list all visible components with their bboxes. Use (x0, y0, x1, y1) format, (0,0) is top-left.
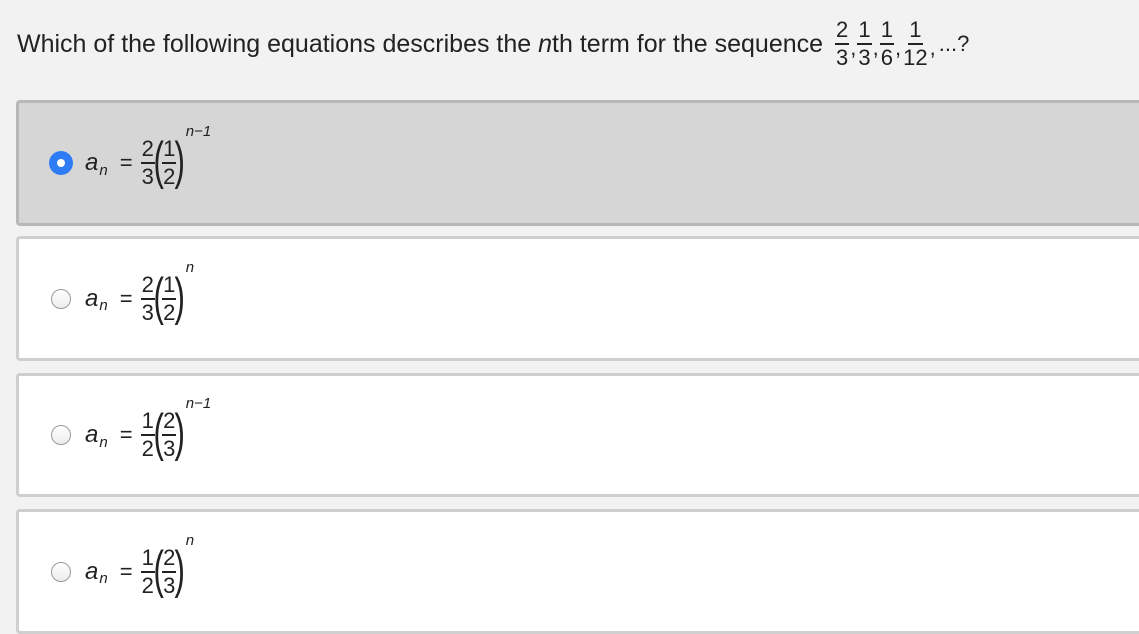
formula-subscript: n (99, 570, 108, 587)
sequence-term-3: 16 (879, 19, 895, 70)
question-text: Which of the following equations describ… (17, 30, 823, 59)
formula-variable: a (85, 557, 99, 585)
answer-option-2[interactable]: an = 23 ( 12 ) n (16, 236, 1139, 361)
exponent: n−1 (185, 395, 212, 412)
right-paren: ) (174, 267, 186, 326)
sequence-term-2: 13 (857, 19, 872, 70)
option-3-formula: an = 12 ( 23 ) n−1 (85, 395, 211, 462)
right-paren: ) (174, 132, 186, 190)
sequence: 23 , 13 , 16 , 1 12 , ...? (835, 19, 969, 69)
option-4-formula: an = 12 ( 23 ) n (85, 532, 194, 599)
formula-variable: a (85, 284, 99, 312)
radio-unchecked-icon[interactable] (51, 288, 71, 309)
sequence-term-1: 23 (835, 19, 850, 70)
left-paren: ( (153, 267, 164, 326)
sequence-term-1-numerator: 2 (835, 19, 850, 45)
left-paren: ( (153, 404, 164, 462)
question-prompt: Which of the following equations describ… (17, 10, 969, 78)
exponent: n−1 (185, 123, 212, 140)
answer-option-3[interactable]: an = 12 ( 23 ) n−1 (16, 373, 1139, 497)
right-paren: ) (174, 404, 186, 462)
sequence-term-2-numerator: 1 (857, 19, 872, 45)
left-paren: ( (153, 540, 164, 599)
sequence-separator: , (850, 35, 857, 60)
question-text-before: Which of the following equations describ… (17, 29, 539, 58)
radio-unchecked-icon[interactable] (51, 561, 71, 582)
option-1-formula: an = 23 ( 12 ) n−1 (85, 123, 211, 190)
equals-sign: = (119, 558, 133, 584)
radio-unchecked-icon[interactable] (51, 425, 71, 445)
equals-sign: = (119, 150, 133, 175)
sequence-term-2-denominator: 3 (858, 45, 871, 70)
sequence-separator: , (895, 35, 902, 60)
sequence-term-4: 1 12 (902, 19, 928, 69)
formula-subscript: n (99, 297, 108, 314)
equals-sign: = (119, 422, 133, 447)
answer-option-1[interactable]: an = 23 ( 12 ) n−1 (16, 100, 1139, 226)
right-paren: ) (174, 540, 186, 599)
sequence-ellipsis: ...? (938, 31, 970, 56)
exponent: n (185, 531, 195, 549)
radio-checked-icon[interactable] (49, 151, 73, 175)
formula-subscript: n (99, 433, 108, 451)
equals-sign: = (119, 285, 133, 311)
sequence-term-3-numerator: 1 (879, 19, 895, 45)
sequence-separator: , (872, 35, 879, 60)
left-paren: ( (153, 132, 164, 190)
answer-option-4[interactable]: an = 12 ( 23 ) n (16, 509, 1139, 634)
formula-variable: a (85, 421, 99, 448)
question-text-after: th term for the sequence (552, 29, 824, 58)
sequence-term-4-numerator: 1 (908, 19, 923, 45)
formula-subscript: n (99, 161, 108, 179)
exponent: n (185, 258, 195, 276)
formula-variable: a (85, 149, 99, 176)
sequence-term-3-denominator: 6 (880, 45, 894, 70)
sequence-term-1-denominator: 3 (836, 45, 849, 70)
sequence-term-4-denominator: 12 (903, 45, 928, 70)
sequence-separator: , (929, 35, 936, 60)
question-text-italic: n (538, 29, 553, 58)
option-2-formula: an = 23 ( 12 ) n (85, 259, 194, 326)
